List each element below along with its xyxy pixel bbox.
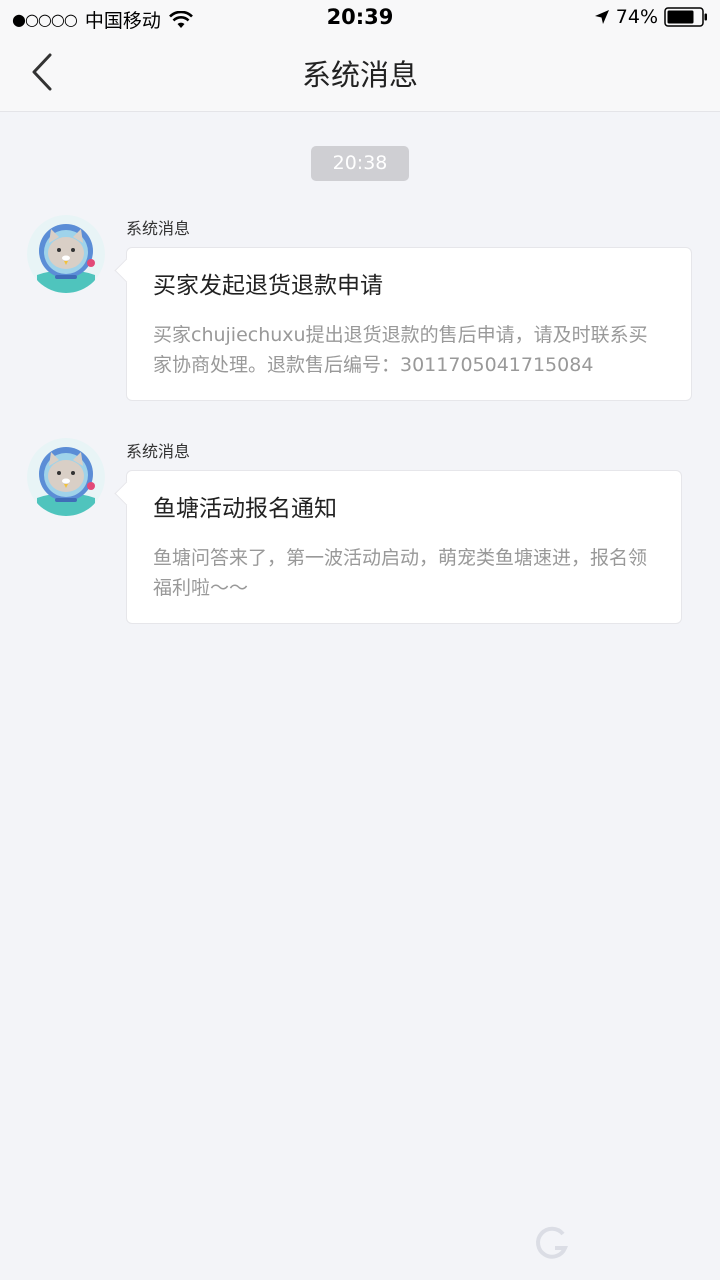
message-body: 买家chujiechuxu提出退货退款的售后申请，请及时联系买家协商处理。退款售…	[153, 324, 648, 376]
message-bubble[interactable]: 买家发起退货退款申请 买家chujiechuxu提出退货退款的售后申请，请及时联…	[126, 247, 692, 401]
cat-astronaut-avatar[interactable]	[27, 215, 105, 293]
battery-icon	[664, 7, 707, 27]
cat-astronaut-avatar[interactable]	[27, 438, 105, 516]
message-body: 鱼塘问答来了，第一波活动启动，萌宠类鱼塘速进，报名领福利啦～～	[153, 547, 648, 599]
message-bubble[interactable]: 鱼塘活动报名通知 鱼塘问答来了，第一波活动启动，萌宠类鱼塘速进，报名领福利啦～～	[126, 470, 682, 624]
message-title: 买家发起退货退款申请	[153, 273, 383, 299]
timestamp-badge: 20:38	[311, 146, 409, 181]
watermark-logo	[535, 1226, 571, 1262]
location-arrow-icon	[594, 10, 609, 24]
status-right: 74%	[594, 6, 708, 28]
sender-name: 系统消息	[126, 442, 191, 461]
page-title: 系统消息	[301, 58, 418, 92]
nav-bar: 系统消息	[0, 36, 720, 112]
sender-name: 系统消息	[126, 219, 191, 238]
message-title: 鱼塘活动报名通知	[153, 496, 337, 522]
avatar-icon	[27, 215, 105, 293]
avatar-icon	[27, 438, 105, 516]
status-bar: ●○○○○ 中国移动 20:39 74%	[0, 0, 720, 36]
battery-percent: 74%	[615, 6, 658, 28]
g-logo-icon	[536, 1226, 568, 1259]
